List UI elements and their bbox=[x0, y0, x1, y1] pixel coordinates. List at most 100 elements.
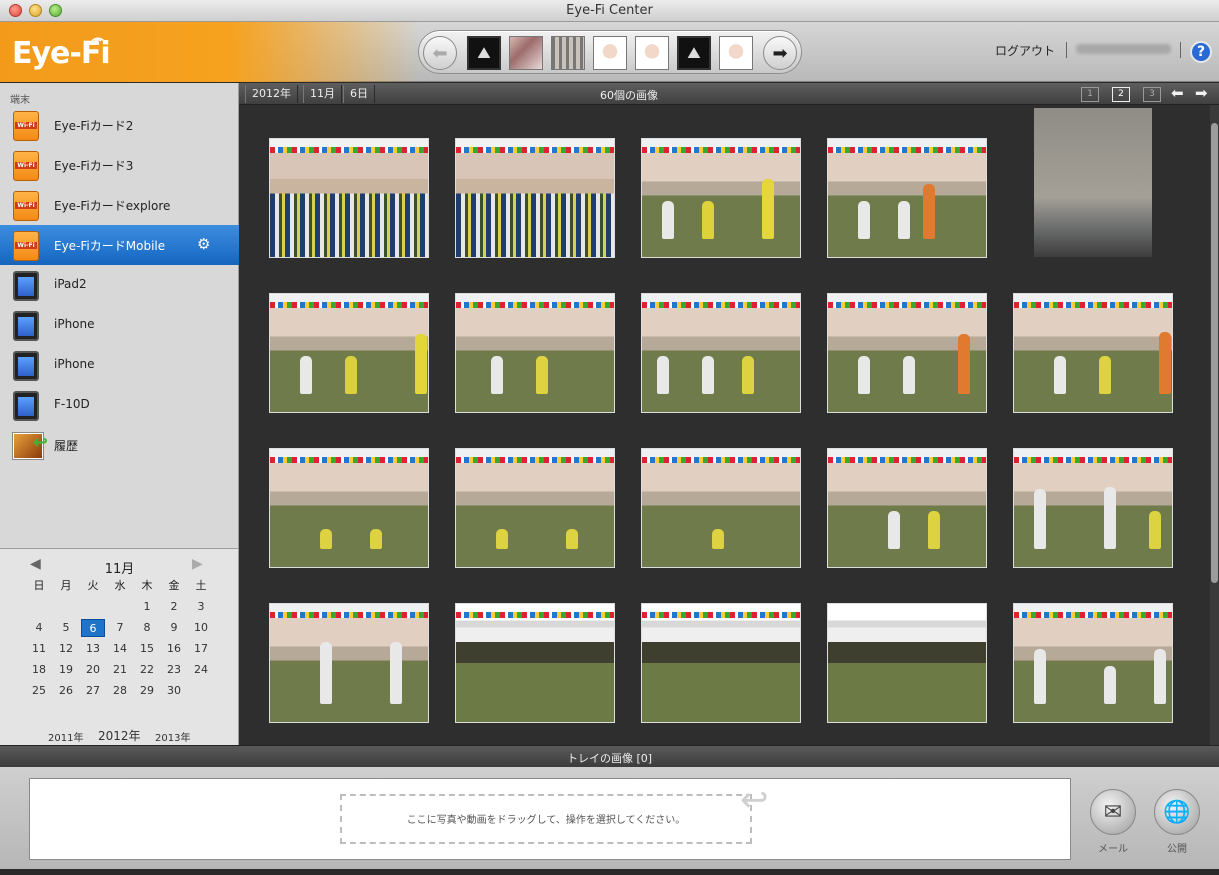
calendar-day[interactable]: 2 bbox=[162, 598, 186, 616]
device-item[interactable]: Eye-Fiカード3 bbox=[0, 145, 239, 185]
strip-thumbnail[interactable] bbox=[593, 36, 627, 70]
strip-thumbnail[interactable] bbox=[635, 36, 669, 70]
photo-thumbnail[interactable] bbox=[455, 448, 615, 568]
calendar-day[interactable]: 29 bbox=[135, 682, 159, 700]
calendar-day[interactable]: 22 bbox=[135, 661, 159, 679]
device-item-selected[interactable]: Eye-FiカードMobile ⚙ bbox=[0, 225, 239, 265]
scrollbar-thumb[interactable] bbox=[1211, 123, 1218, 583]
photo-thumbnail[interactable] bbox=[641, 293, 801, 413]
year-current[interactable]: 2012年 bbox=[98, 727, 141, 744]
mail-button[interactable]: ✉ bbox=[1090, 789, 1136, 835]
strip-thumbnail[interactable] bbox=[551, 36, 585, 70]
device-item[interactable]: iPhone bbox=[0, 305, 239, 345]
device-item[interactable]: iPhone bbox=[0, 345, 239, 385]
figure bbox=[1104, 487, 1116, 549]
photo-thumbnail[interactable] bbox=[455, 293, 615, 413]
photo-thumbnail[interactable] bbox=[827, 448, 987, 568]
photo-thumbnail[interactable] bbox=[269, 293, 429, 413]
photo-thumbnail[interactable] bbox=[269, 603, 429, 723]
strip-thumbnail[interactable] bbox=[509, 36, 543, 70]
calendar-day[interactable]: 23 bbox=[162, 661, 186, 679]
drop-target[interactable]: ここに写真や動画をドラッグして、操作を選択してください。 ↩ bbox=[340, 780, 769, 844]
photo-thumbnail[interactable] bbox=[827, 603, 987, 723]
page-button[interactable]: 1 bbox=[1081, 87, 1099, 102]
calendar-day-selected[interactable]: 6 bbox=[81, 619, 105, 637]
breadcrumb-year[interactable]: 2012年 bbox=[245, 85, 298, 103]
next-month-arrow-icon[interactable]: ▶ bbox=[192, 556, 203, 572]
landscape-placeholder-icon: ⛰ bbox=[477, 43, 491, 62]
calendar-weekday: 木 bbox=[141, 579, 153, 592]
title-bar: Eye-Fi Center bbox=[0, 0, 1219, 22]
publish-button[interactable]: 🌐 bbox=[1154, 789, 1200, 835]
figure bbox=[1159, 332, 1171, 394]
calendar-day[interactable]: 4 bbox=[27, 619, 51, 637]
strip-thumbnail[interactable] bbox=[719, 36, 753, 70]
grid-scrollbar[interactable] bbox=[1210, 105, 1219, 745]
calendar-day[interactable]: 19 bbox=[54, 661, 78, 679]
photo-thumbnail[interactable] bbox=[827, 293, 987, 413]
help-button[interactable]: ? bbox=[1190, 41, 1212, 63]
next-page-arrow-icon[interactable]: ➡ bbox=[1195, 84, 1208, 102]
calendar-day[interactable]: 28 bbox=[108, 682, 132, 700]
photo-thumbnail[interactable] bbox=[641, 448, 801, 568]
photo-thumbnail[interactable] bbox=[1033, 107, 1153, 258]
breadcrumb-month[interactable]: 11月 bbox=[303, 85, 342, 103]
device-item[interactable]: Eye-Fiカード2 bbox=[0, 105, 239, 145]
calendar-day[interactable]: 30 bbox=[162, 682, 186, 700]
breadcrumb-day[interactable]: 6日 bbox=[343, 85, 375, 103]
calendar-day[interactable]: 26 bbox=[54, 682, 78, 700]
calendar-day[interactable]: 18 bbox=[27, 661, 51, 679]
strip-next-button[interactable]: ➡ bbox=[763, 36, 797, 70]
calendar-day[interactable]: 15 bbox=[135, 640, 159, 658]
calendar-weekday: 火 bbox=[87, 579, 99, 592]
prev-page-arrow-icon[interactable]: ⬅ bbox=[1171, 84, 1184, 102]
photo-thumbnail[interactable] bbox=[269, 138, 429, 258]
device-item[interactable]: Eye-Fiカードexplore bbox=[0, 185, 239, 225]
photo-thumbnail[interactable] bbox=[641, 603, 801, 723]
photo-thumbnail[interactable] bbox=[1013, 448, 1173, 568]
calendar-day[interactable]: 13 bbox=[81, 640, 105, 658]
photo-thumbnail[interactable] bbox=[455, 603, 615, 723]
calendar-day[interactable]: 21 bbox=[108, 661, 132, 679]
calendar-day[interactable]: 17 bbox=[189, 640, 213, 658]
year-prev[interactable]: 2011年 bbox=[48, 729, 83, 744]
figure bbox=[370, 529, 382, 549]
calendar-day[interactable]: 20 bbox=[81, 661, 105, 679]
photo-thumbnail[interactable] bbox=[827, 138, 987, 258]
calendar-day[interactable]: 12 bbox=[54, 640, 78, 658]
calendar-day[interactable]: 10 bbox=[189, 619, 213, 637]
logout-link[interactable]: ログアウト bbox=[995, 42, 1055, 59]
gear-icon[interactable]: ⚙ bbox=[197, 235, 210, 253]
calendar-day[interactable]: 9 bbox=[162, 619, 186, 637]
calendar-day[interactable]: 3 bbox=[189, 598, 213, 616]
device-item[interactable]: iPad2 bbox=[0, 265, 239, 305]
page-button[interactable]: 3 bbox=[1143, 87, 1161, 102]
calendar-day[interactable]: 27 bbox=[81, 682, 105, 700]
year-next[interactable]: 2013年 bbox=[155, 729, 190, 744]
calendar-day[interactable]: 1 bbox=[135, 598, 159, 616]
photo-thumbnail[interactable] bbox=[455, 138, 615, 258]
device-item[interactable]: 履歴 bbox=[0, 425, 239, 465]
photo-thumbnail[interactable] bbox=[1013, 293, 1173, 413]
photo-thumbnail[interactable] bbox=[1013, 603, 1173, 723]
calendar-month: 11月 bbox=[104, 562, 135, 577]
calendar-day[interactable]: 24 bbox=[189, 661, 213, 679]
flags-decoration bbox=[642, 612, 800, 618]
calendar-day[interactable]: 7 bbox=[108, 619, 132, 637]
calendar-day[interactable]: 11 bbox=[27, 640, 51, 658]
page-button-current[interactable]: 2 bbox=[1112, 87, 1130, 102]
device-item[interactable]: F-10D bbox=[0, 385, 239, 425]
photo-thumbnail[interactable] bbox=[641, 138, 801, 258]
calendar-day[interactable]: 8 bbox=[135, 619, 159, 637]
strip-thumbnail[interactable]: ⛰ bbox=[467, 36, 501, 70]
calendar-day[interactable]: 5 bbox=[54, 619, 78, 637]
calendar-day[interactable]: 16 bbox=[162, 640, 186, 658]
strip-prev-button[interactable]: ⬅ bbox=[423, 36, 457, 70]
photo-thumbnail[interactable] bbox=[269, 448, 429, 568]
figure bbox=[662, 201, 674, 239]
devices-heading: 端末 bbox=[10, 95, 30, 106]
calendar-day[interactable]: 14 bbox=[108, 640, 132, 658]
tray-dropzone[interactable]: ここに写真や動画をドラッグして、操作を選択してください。 ↩ bbox=[29, 778, 1071, 860]
calendar-day[interactable]: 25 bbox=[27, 682, 51, 700]
strip-thumbnail[interactable]: ⛰ bbox=[677, 36, 711, 70]
